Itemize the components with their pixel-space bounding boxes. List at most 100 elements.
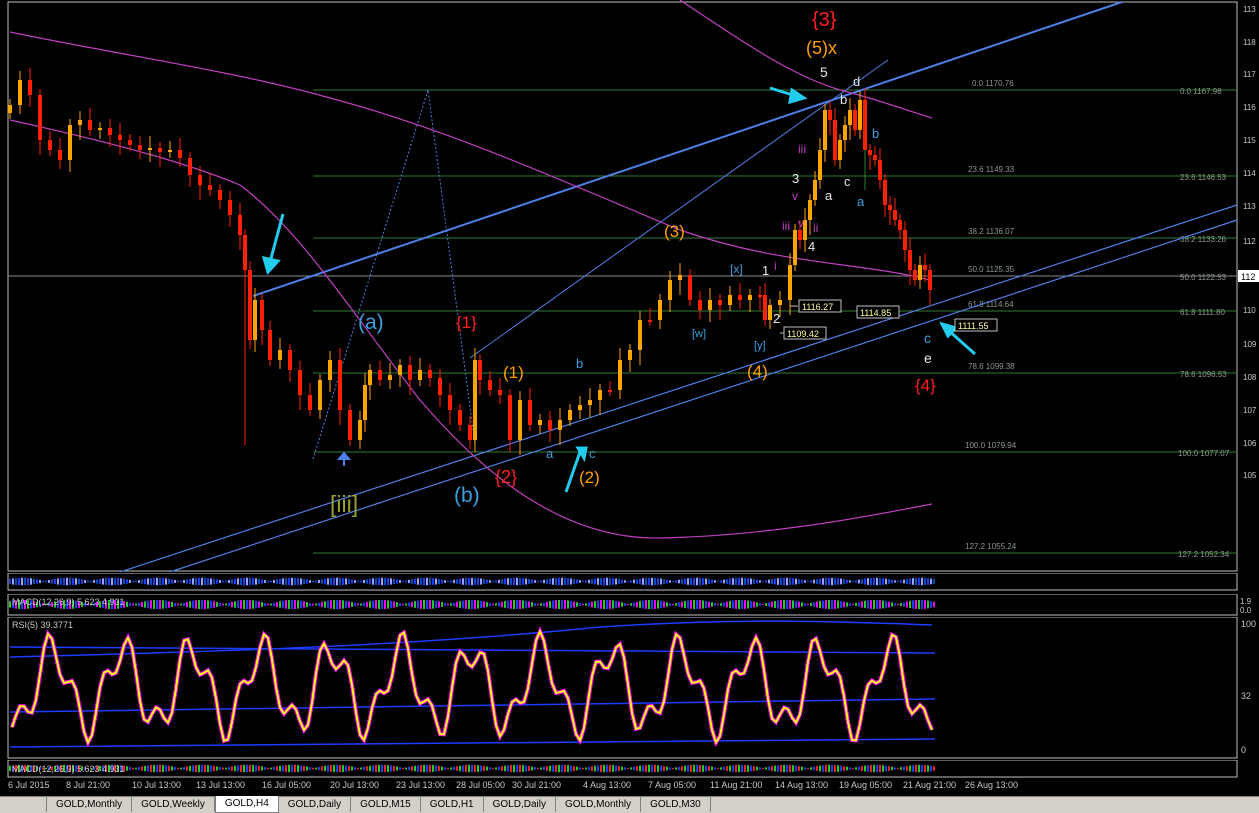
- wave-label: b: [576, 356, 583, 371]
- candle: [638, 320, 642, 350]
- candle: [378, 370, 382, 380]
- candle: [768, 305, 772, 320]
- candle: [748, 295, 752, 300]
- price-candles[interactable]: [8, 68, 932, 455]
- chart-frame: [7, 1, 1238, 572]
- fib-left-label: 38.2 1136.07: [968, 227, 1015, 236]
- candle: [843, 125, 847, 140]
- candle: [898, 220, 902, 230]
- candle: [28, 80, 32, 95]
- candle: [368, 370, 372, 385]
- candle: [903, 230, 907, 250]
- candle: [813, 180, 817, 200]
- upper-channel-line[interactable]: [252, 1, 1123, 297]
- candle: [528, 400, 532, 425]
- candle: [328, 360, 332, 380]
- moving-average-long: [679, 0, 933, 119]
- fib-left-label: 100.0 1079.94: [965, 441, 1017, 450]
- macd-histogram-panel: MACD(12,26,9) 5.623 4.931: [7, 760, 1238, 778]
- candle: [928, 270, 932, 290]
- candle: [728, 295, 732, 305]
- candle: [908, 250, 912, 270]
- wave-label: [iii]: [330, 491, 358, 517]
- lower-channel-line-1[interactable]: [119, 204, 1238, 572]
- tab-gold-daily[interactable]: GOLD,Daily: [483, 797, 556, 812]
- candle: [878, 160, 882, 180]
- candle: [260, 300, 264, 330]
- price-axis-tick: 110: [1243, 306, 1256, 315]
- candle: [48, 140, 52, 150]
- fib-left-label: 78.6 1099.38: [968, 362, 1015, 371]
- candle: [648, 320, 652, 322]
- wave-label: v: [798, 216, 804, 230]
- candle: [398, 365, 402, 375]
- wave-label: b: [840, 92, 847, 107]
- wave-label: {3}: [812, 9, 837, 31]
- candle: [468, 425, 472, 440]
- tab-gold-h4[interactable]: GOLD,H4: [214, 796, 279, 813]
- price-axis-tick: 108: [1243, 373, 1257, 382]
- fib-left-label: 127.2 1055.24: [965, 542, 1017, 551]
- candle: [588, 400, 592, 405]
- candle: [278, 350, 282, 360]
- candle: [318, 380, 322, 410]
- price-box-value: 1116.27: [802, 302, 833, 312]
- tab-gold-monthly[interactable]: GOLD,Monthly: [47, 797, 133, 812]
- wave-label: (1): [503, 363, 524, 382]
- wave-label: 5: [820, 64, 828, 80]
- macd-hist-label: MACD(12,26,9) 5.623 4.931: [12, 764, 125, 774]
- candle: [828, 110, 832, 120]
- candle: [913, 270, 917, 280]
- fib-right-label: 23.6 1146.53: [1180, 173, 1227, 182]
- price-axis-tick: 105: [1243, 471, 1257, 480]
- candle: [138, 145, 142, 150]
- tab-gold-monthly[interactable]: GOLD,Monthly: [555, 797, 642, 812]
- candle: [678, 275, 682, 280]
- tab-gold-m15[interactable]: GOLD,M15: [351, 797, 421, 812]
- wave-label: v: [792, 189, 798, 203]
- wave-label: d: [853, 74, 860, 89]
- candle: [798, 230, 802, 240]
- price-axis-tick: 116: [1243, 103, 1256, 112]
- tab-gold-m30[interactable]: GOLD,M30: [641, 797, 711, 812]
- candle: [863, 100, 867, 150]
- candle: [628, 350, 632, 360]
- candle: [428, 370, 432, 378]
- wave-label: (4): [747, 362, 768, 381]
- candle: [758, 295, 762, 297]
- price-axis-tick: 107: [1243, 406, 1257, 415]
- candle: [518, 400, 522, 440]
- rsi-panel[interactable]: RSI(5) 39.3771 100 32 0: [0, 617, 1259, 759]
- main-price-chart[interactable]: 0.0 1170.76 0.0 1167.98 23.6 1149.33 23.6 1…: [0, 0, 1259, 572]
- fib-left-label: 23.6 1149.33: [968, 165, 1015, 174]
- tab-scroll-buttons[interactable]: [0, 797, 47, 812]
- candle: [853, 110, 857, 130]
- wave-label: (3): [664, 222, 685, 241]
- price-axis-tick: 112: [1243, 237, 1256, 246]
- price-axis-tick: 113: [1243, 5, 1256, 14]
- candle: [8, 105, 12, 113]
- lower-channel-line-2[interactable]: [169, 219, 1238, 572]
- time-axis: 6 Jul 2015 8 Jul 21:00 10 Jul 13:00 13 Jul …: [0, 779, 1259, 795]
- price-axis-tick: 115: [1243, 136, 1256, 145]
- candle: [178, 150, 182, 158]
- candle: [148, 148, 152, 150]
- candle: [218, 190, 222, 200]
- candle: [78, 120, 82, 125]
- candle: [568, 410, 572, 420]
- time-axis-label: 26 Aug 13:00: [965, 780, 1019, 790]
- candle: [308, 395, 312, 410]
- wave-label: (5)x: [806, 38, 837, 58]
- candle: [108, 128, 112, 135]
- tab-gold-weekly[interactable]: GOLD,Weekly: [132, 797, 215, 812]
- candle: [888, 205, 892, 210]
- wave-label: [w]: [692, 328, 706, 340]
- blue-up-arrow: [336, 451, 352, 466]
- candle: [98, 128, 102, 130]
- tab-gold-daily[interactable]: GOLD,Daily: [278, 797, 352, 812]
- wave-label: [x]: [730, 262, 743, 276]
- tab-gold-h1[interactable]: GOLD,H1: [420, 797, 484, 812]
- candle: [128, 140, 132, 145]
- candle: [363, 385, 367, 420]
- candle: [158, 148, 162, 152]
